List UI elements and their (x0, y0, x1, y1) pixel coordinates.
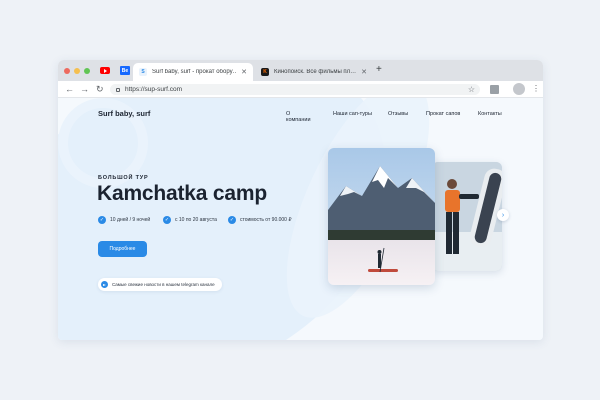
check-icon: ✓ (98, 216, 106, 224)
maximize-window-button[interactable] (84, 68, 90, 74)
youtube-icon (100, 67, 110, 74)
reload-icon[interactable]: ↻ (96, 83, 104, 95)
pinned-tab-youtube[interactable] (98, 65, 112, 76)
back-arrow-icon[interactable]: ← (65, 83, 74, 95)
browser-toolbar: ← → ↻ https://sup-surf.com ☆ ⋮ (58, 81, 543, 98)
telegram-icon (101, 281, 108, 288)
tab-bar: Be S Surf baby, surf - прокат обору… ✕ K… (58, 60, 543, 81)
browser-window: Be S Surf baby, surf - прокат обору… ✕ K… (58, 60, 543, 340)
new-tab-button[interactable]: + (376, 64, 382, 76)
close-window-button[interactable] (64, 68, 70, 74)
surfer-with-board-photo (432, 162, 502, 271)
pinned-tab-behance[interactable]: Be (118, 65, 132, 76)
fact-price: ✓ стоимость от 90.000 ₽ (228, 216, 292, 224)
check-icon: ✓ (163, 216, 171, 224)
nav-link-contacts[interactable]: Контакты (478, 111, 502, 117)
fact-duration: ✓ 10 дней / 9 ночей (98, 216, 150, 224)
tour-facts: ✓ 10 дней / 9 ночей ✓ с 10 по 20 августа… (98, 216, 338, 226)
forward-arrow-icon[interactable]: → (80, 83, 89, 95)
behance-icon: Be (120, 66, 130, 75)
nav-link-reviews[interactable]: Отзывы (388, 111, 408, 117)
tab-kinopoisk[interactable]: K Кинопоиск. Все фильмы пл… ✕ (255, 63, 373, 81)
close-tab-icon[interactable]: ✕ (361, 68, 367, 76)
details-button[interactable]: Подробнее (98, 241, 147, 257)
hero-title: Kamchatka camp (97, 182, 267, 205)
extension-icon[interactable] (490, 85, 499, 94)
gallery-next-button[interactable]: › (497, 209, 509, 221)
url-text[interactable]: https://sup-surf.com (125, 86, 182, 93)
tab-surf[interactable]: S Surf baby, surf - прокат обору… ✕ (133, 63, 253, 81)
fact-dates: ✓ с 10 по 20 августа (163, 216, 217, 224)
gallery-card-kamchatka[interactable] (328, 148, 435, 285)
site-logo[interactable]: Surf baby, surf (98, 109, 150, 118)
nav-link-tours[interactable]: Наши сап-туры (333, 111, 372, 117)
tab-title: Surf baby, surf - прокат обору… (152, 69, 238, 75)
bookmark-star-icon[interactable]: ☆ (468, 84, 475, 95)
surf-favicon: S (139, 68, 147, 76)
tab-title: Кинопоиск. Все фильмы пл… (274, 69, 357, 75)
kinopoisk-favicon: K (261, 68, 269, 76)
fact-text: стоимость от 90.000 ₽ (240, 217, 292, 223)
telegram-link-text: Самые свежие новости в нашем telegram ка… (112, 282, 215, 287)
lock-icon (116, 87, 120, 92)
browser-menu-icon[interactable]: ⋮ (532, 83, 540, 95)
fact-text: с 10 по 20 августа (175, 217, 217, 223)
hero-kicker: БОЛЬШОЙ ТУР (98, 175, 149, 181)
fact-text: 10 дней / 9 ночей (110, 217, 151, 223)
mountain-lake-paddleboarder-photo (328, 148, 435, 285)
gallery-card-surfer[interactable] (432, 162, 502, 271)
minimize-window-button[interactable] (74, 68, 80, 74)
telegram-link[interactable]: Самые свежие новости в нашем telegram ка… (98, 278, 222, 291)
close-tab-icon[interactable]: ✕ (241, 68, 247, 76)
nav-link-rental[interactable]: Прокат сапов (426, 111, 460, 117)
profile-avatar-icon[interactable] (513, 83, 525, 95)
nav-link-about[interactable]: О компании (286, 111, 311, 123)
check-icon: ✓ (228, 216, 236, 224)
address-bar[interactable]: https://sup-surf.com ☆ (110, 84, 480, 95)
web-page: Surf baby, surf О компании Наши сап-туры… (58, 98, 543, 340)
